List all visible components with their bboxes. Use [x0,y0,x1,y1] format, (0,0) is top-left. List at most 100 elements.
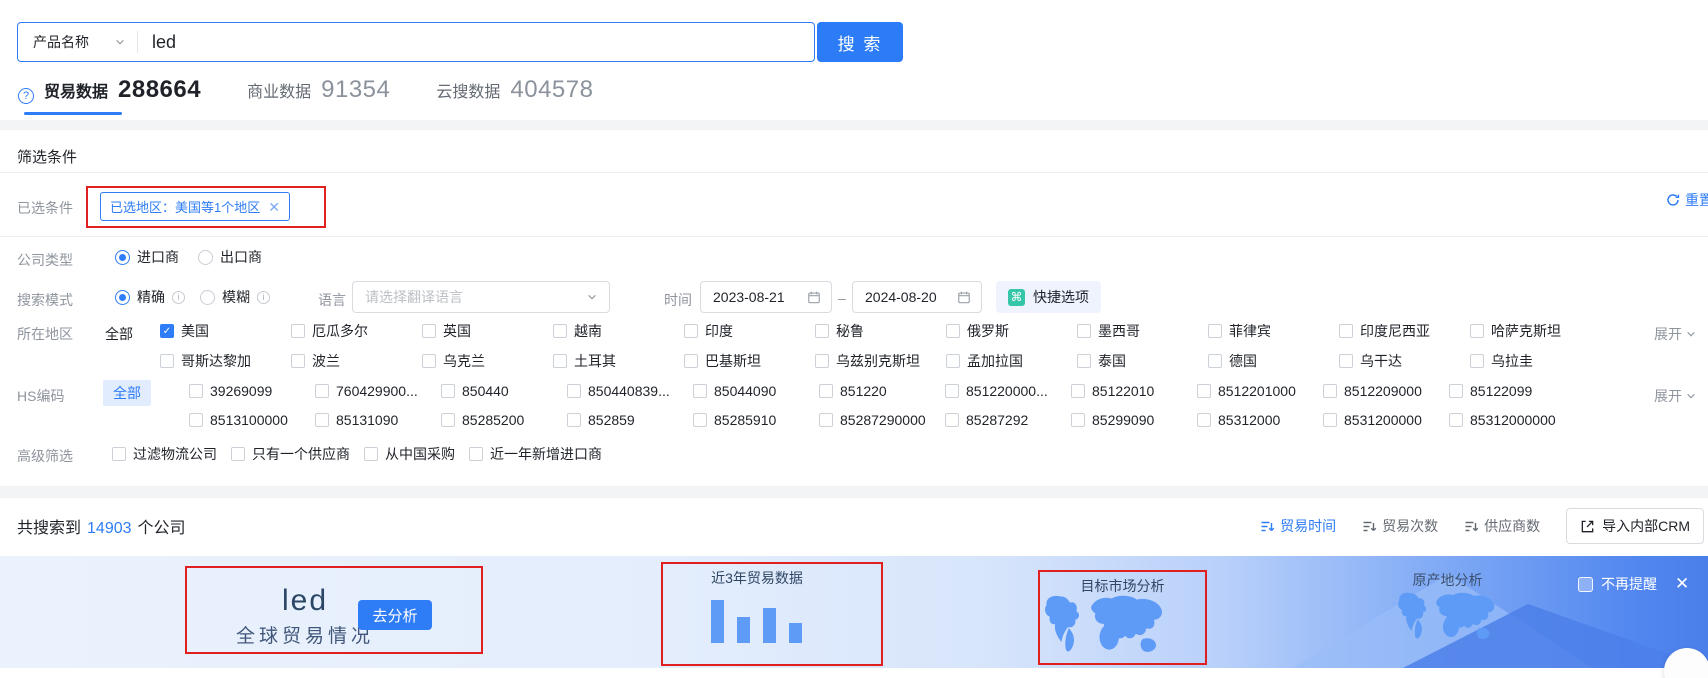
language-select[interactable]: 请选择翻译语言 [352,281,610,313]
region-option[interactable]: 波兰 [291,351,422,371]
hs-option[interactable]: 850440839... [567,383,693,399]
hs-option[interactable]: 852859 [567,412,693,428]
region-option[interactable]: 哥斯达黎加 [160,351,291,371]
hs-all-badge[interactable]: 全部 [103,380,151,406]
checkbox-icon [422,324,436,338]
close-icon[interactable]: ✕ [268,200,280,214]
region-option[interactable]: 越南 [553,321,684,341]
question-circle-icon[interactable]: ? [18,88,34,104]
region-option[interactable]: 巴基斯坦 [684,351,815,371]
hs-option[interactable]: 85122099 [1449,383,1575,399]
advanced-option[interactable]: 过滤物流公司 [112,444,217,464]
radio-precise[interactable]: 精确 i [115,287,185,307]
hs-option[interactable]: 8512209000 [1323,383,1449,399]
hs-expand-link[interactable]: 展开 [1654,386,1696,406]
region-option[interactable]: 印度 [684,321,815,341]
region-option[interactable]: 印度尼西亚 [1339,321,1470,341]
tab-business-data[interactable]: 商业数据 91354 [247,76,390,104]
region-option[interactable]: 乌兹别克斯坦 [815,351,946,371]
region-option[interactable]: 菲律宾 [1208,321,1339,341]
region-expand-link[interactable]: 展开 [1654,324,1696,344]
hs-option[interactable]: 851220 [819,383,945,399]
bar-chart-bar [711,600,724,643]
hs-option[interactable]: 8531200000 [1323,412,1449,428]
checkbox-label: 近一年新增进口商 [490,444,602,464]
tab-label: 云搜数据 [436,78,500,102]
region-option[interactable]: 哈萨克斯坦 [1470,321,1601,341]
region-all-link[interactable]: 全部 [105,324,133,344]
reset-filters-link[interactable]: 重置 [1666,190,1708,210]
advanced-option[interactable]: 近一年新增进口商 [469,444,602,464]
region-option-checked[interactable]: ✓美国 [160,321,291,341]
hs-option[interactable]: 85287290000 [819,412,945,428]
sort-supplier-count[interactable]: 供应商数 [1464,516,1540,536]
checkbox-label: 85299090 [1092,412,1154,428]
quick-options-button[interactable]: ⌘ 快捷选项 [996,281,1101,313]
hs-option[interactable]: 85287292 [945,412,1071,428]
info-icon[interactable]: i [172,291,185,304]
region-option[interactable]: 乌干达 [1339,351,1470,371]
hs-option[interactable]: 850440 [441,383,567,399]
region-option[interactable]: 俄罗斯 [946,321,1077,341]
checkbox-label: 85285910 [714,412,776,428]
radio-exporter[interactable]: 出口商 [198,247,262,267]
command-icon: ⌘ [1008,289,1025,306]
hs-option[interactable]: 85044090 [693,383,819,399]
sort-toolbar: 贸易时间 贸易次数 供应商数 导入内部CRM [1260,508,1704,544]
hs-option[interactable]: 85312000 [1197,412,1323,428]
hs-option[interactable]: 851220000... [945,383,1071,399]
radio-fuzzy[interactable]: 模糊 i [200,287,270,307]
region-option[interactable]: 泰国 [1077,351,1208,371]
checkbox-icon [684,354,698,368]
results-count: 14903 [87,520,132,538]
info-icon[interactable]: i [257,291,270,304]
search-button[interactable]: 搜 索 [817,22,903,62]
hs-option[interactable]: 8512201000 [1197,383,1323,399]
region-option[interactable]: 土耳其 [553,351,684,371]
hs-option[interactable]: 85131090 [315,412,441,428]
end-date-picker[interactable]: 2024-08-20 [852,281,982,313]
import-crm-button[interactable]: 导入内部CRM [1566,508,1704,544]
sort-trade-time[interactable]: 贸易时间 [1260,516,1336,536]
hs-option[interactable]: 85122010 [1071,383,1197,399]
close-icon[interactable]: ✕ [1675,574,1689,594]
region-option[interactable]: 墨西哥 [1077,321,1208,341]
dismiss-checkbox[interactable] [1578,577,1593,592]
hs-option[interactable]: 39269099 [189,383,315,399]
search-mode-label: 搜索模式 [17,290,73,310]
analyze-button[interactable]: 去分析 [358,600,432,630]
hs-option[interactable]: 85285910 [693,412,819,428]
advanced-option[interactable]: 从中国采购 [364,444,455,464]
radio-icon [198,250,213,265]
hs-option[interactable]: 85299090 [1071,412,1197,428]
advanced-option[interactable]: 只有一个供应商 [231,444,350,464]
region-option[interactable]: 孟加拉国 [946,351,1077,371]
region-option[interactable]: 乌克兰 [422,351,553,371]
selected-conditions-label: 已选条件 [17,198,73,218]
start-date-picker[interactable]: 2023-08-21 [700,281,832,313]
hs-option[interactable]: 85312000000 [1449,412,1575,428]
region-option[interactable]: 厄瓜多尔 [291,321,422,341]
import-crm-label: 导入内部CRM [1602,516,1690,536]
hs-option[interactable]: 760429900... [315,383,441,399]
hs-options-row1: 39269099 760429900... 850440 850440839..… [189,383,1575,399]
region-option[interactable]: 德国 [1208,351,1339,371]
checkbox-icon [1197,413,1211,427]
sort-trade-count[interactable]: 贸易次数 [1362,516,1438,536]
hs-option[interactable]: 8513100000 [189,412,315,428]
region-option[interactable]: 秘鲁 [815,321,946,341]
tab-cloud-data[interactable]: 云搜数据 404578 [436,76,593,104]
region-option[interactable]: 乌拉圭 [1470,351,1601,371]
region-option[interactable]: 英国 [422,321,553,341]
checkbox-label: 过滤物流公司 [133,444,217,464]
analysis-promo-banner: led 全球贸易情况 去分析 近3年贸易数据 目标市场分析 原产地分析 [0,556,1708,668]
checkbox-icon [1339,354,1353,368]
tab-trade-data[interactable]: ? 贸易数据 288664 [18,76,201,104]
radio-importer[interactable]: 进口商 [115,247,179,267]
checkbox-icon [815,354,829,368]
checkbox-icon [1077,354,1091,368]
selected-region-tag[interactable]: 已选地区：美国等1个地区 ✕ [100,192,290,221]
search-input[interactable] [138,32,814,53]
hs-option[interactable]: 85285200 [441,412,567,428]
search-category-select[interactable]: 产品名称 [18,32,137,52]
